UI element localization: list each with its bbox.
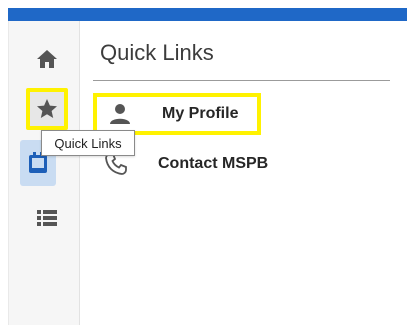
rail-home-button[interactable] bbox=[26, 38, 68, 80]
my-profile-label: My Profile bbox=[162, 105, 239, 122]
panel-title: Quick Links bbox=[100, 40, 214, 65]
rail-quick-links-button[interactable] bbox=[26, 88, 68, 130]
top-spacer bbox=[0, 0, 407, 7]
side-rail bbox=[8, 21, 80, 325]
quick-links-tooltip: Quick Links bbox=[41, 130, 135, 156]
my-profile-link[interactable]: My Profile bbox=[93, 93, 261, 135]
panel-divider bbox=[93, 80, 390, 81]
list-icon bbox=[37, 210, 57, 226]
rail-list-button[interactable] bbox=[26, 197, 68, 239]
contact-mspb-label: Contact MSPB bbox=[158, 155, 269, 172]
header-accent-bar bbox=[8, 8, 407, 21]
person-icon bbox=[97, 103, 143, 125]
home-icon bbox=[37, 50, 57, 68]
star-icon bbox=[37, 99, 57, 118]
